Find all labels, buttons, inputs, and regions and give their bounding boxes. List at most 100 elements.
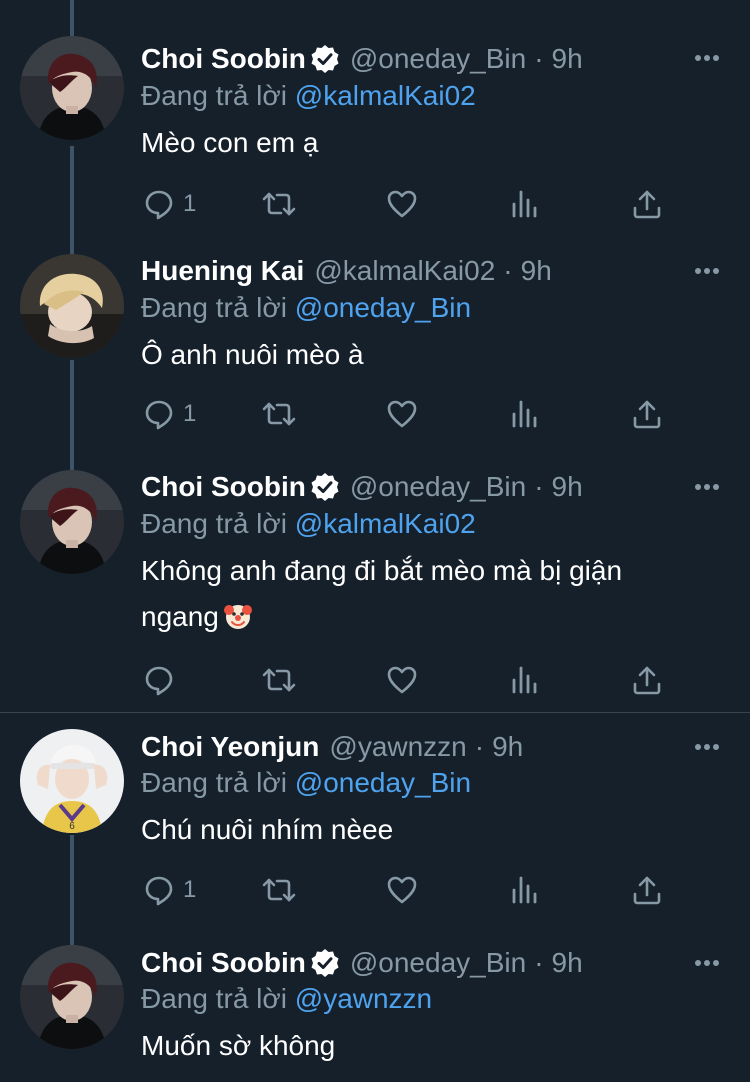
retweet-icon (261, 664, 297, 696)
reply-icon (143, 874, 175, 906)
analytics-button[interactable] (509, 184, 541, 224)
reply-button[interactable]: 1 (143, 394, 196, 434)
timestamp[interactable]: 9h (552, 43, 583, 75)
replying-to: Đang trả lời @yawnzzn (141, 983, 432, 1015)
more-options-icon[interactable] (694, 53, 720, 63)
tweet-text-content: Muốn sờ không (141, 1030, 336, 1061)
reply-icon (143, 664, 175, 696)
retweet-icon (261, 874, 297, 906)
more-options-icon[interactable] (694, 742, 720, 752)
like-button[interactable] (386, 870, 418, 910)
thread-line (70, 360, 74, 466)
display-name[interactable]: Huening Kai (141, 255, 304, 287)
retweet-button[interactable] (261, 184, 297, 224)
display-name[interactable]: Choi Yeonjun (141, 731, 319, 763)
verified-badge-icon (310, 472, 340, 502)
analytics-icon (509, 874, 541, 906)
timestamp[interactable]: 9h (492, 731, 523, 763)
retweet-icon (261, 398, 297, 430)
mention-link[interactable]: @oneday_Bin (295, 292, 471, 323)
avatar-image (20, 36, 124, 140)
tweet-header: Choi Soobin @oneday_Bin · 9h (141, 470, 680, 504)
tweet[interactable]: Choi Soobin @oneday_Bin · 9h Đang trả lờ… (0, 466, 750, 712)
verified-badge-icon (310, 44, 340, 74)
share-button[interactable] (631, 870, 663, 910)
tweet-text: Không anh đang đi bắt mèo mà bị giận nga… (141, 548, 710, 640)
avatar[interactable] (20, 36, 124, 140)
share-button[interactable] (631, 394, 663, 434)
mention-link[interactable]: @oneday_Bin (295, 767, 471, 798)
username[interactable]: @oneday_Bin (350, 43, 526, 75)
analytics-icon (509, 398, 541, 430)
display-name[interactable]: Choi Soobin (141, 43, 306, 75)
reply-button[interactable]: 1 (143, 870, 196, 910)
like-button[interactable] (386, 394, 418, 434)
more-options-icon[interactable] (694, 266, 720, 276)
tweet-header: Huening Kai @kalmalKai02 · 9h (141, 254, 680, 288)
replying-to-label: Đang trả lời (141, 292, 287, 323)
tweet[interactable]: Choi Soobin @oneday_Bin · 9h Đang trả lờ… (0, 941, 750, 1082)
replying-to: Đang trả lời @oneday_Bin (141, 292, 471, 324)
timestamp[interactable]: 9h (552, 947, 583, 979)
reply-button[interactable] (143, 660, 175, 700)
like-button[interactable] (386, 660, 418, 700)
display-name[interactable]: Choi Soobin (141, 471, 306, 503)
share-button[interactable] (631, 184, 663, 224)
tweet[interactable]: Choi Yeonjun @yawnzzn · 9h Đang trả lời … (0, 713, 750, 941)
retweet-button[interactable] (261, 660, 297, 700)
like-button[interactable] (386, 184, 418, 224)
username[interactable]: @oneday_Bin (350, 471, 526, 503)
replying-to-label: Đang trả lời (141, 508, 287, 539)
avatar-image (20, 729, 124, 833)
avatar[interactable] (20, 254, 124, 358)
analytics-icon (509, 188, 541, 220)
thread-line (70, 835, 74, 941)
tweet-text-line-2: ngang (141, 594, 710, 640)
share-icon (631, 188, 663, 220)
share-icon (631, 664, 663, 696)
reply-button[interactable]: 1 (143, 184, 196, 224)
more-options-icon[interactable] (694, 482, 720, 492)
username[interactable]: @yawnzzn (329, 731, 466, 763)
tweet-text: Ô anh nuôi mèo à (141, 332, 710, 378)
username[interactable]: @oneday_Bin (350, 947, 526, 979)
thread-line (70, 146, 74, 250)
timestamp[interactable]: 9h (521, 255, 552, 287)
analytics-button[interactable] (509, 660, 541, 700)
replying-to: Đang trả lời @kalmalKai02 (141, 508, 476, 540)
retweet-button[interactable] (261, 870, 297, 910)
separator-dot: · (503, 255, 513, 286)
tweet-actions: 1 (141, 184, 671, 224)
reply-icon (143, 398, 175, 430)
separator-dot: · (534, 947, 544, 978)
avatar[interactable] (20, 729, 124, 833)
avatar[interactable] (20, 945, 124, 1049)
separator-dot: · (534, 471, 544, 502)
retweet-button[interactable] (261, 394, 297, 434)
tweet-text-content: Chú nuôi nhím nèee (141, 814, 394, 845)
timestamp[interactable]: 9h (552, 471, 583, 503)
tweet-header: Choi Soobin @oneday_Bin · 9h (141, 946, 680, 980)
analytics-button[interactable] (509, 394, 541, 434)
reply-count: 1 (183, 400, 197, 427)
tweet-text-line: Không anh đang đi bắt mèo mà bị giận (141, 555, 623, 586)
replying-to-label: Đang trả lời (141, 80, 287, 111)
mention-link[interactable]: @kalmalKai02 (295, 80, 476, 111)
tweet-text: Muốn sờ không (141, 1023, 710, 1069)
like-icon (386, 874, 418, 906)
share-icon (631, 398, 663, 430)
analytics-button[interactable] (509, 870, 541, 910)
separator-dot: · (474, 731, 485, 762)
mention-link[interactable]: @yawnzzn (295, 983, 432, 1014)
display-name[interactable]: Choi Soobin (141, 947, 306, 979)
tweet[interactable]: Huening Kai @kalmalKai02 · 9h Đang trả l… (0, 250, 750, 466)
more-options-icon[interactable] (694, 958, 720, 968)
avatar-image (20, 945, 124, 1049)
avatar[interactable] (20, 470, 124, 574)
username[interactable]: @kalmalKai02 (314, 255, 495, 287)
tweet-text-line: ngang (141, 601, 219, 632)
tweet[interactable]: Choi Soobin @oneday_Bin · 9h Đang trả lờ… (0, 0, 750, 250)
share-button[interactable] (631, 660, 663, 700)
verified-badge-icon (310, 948, 340, 978)
mention-link[interactable]: @kalmalKai02 (295, 508, 476, 539)
